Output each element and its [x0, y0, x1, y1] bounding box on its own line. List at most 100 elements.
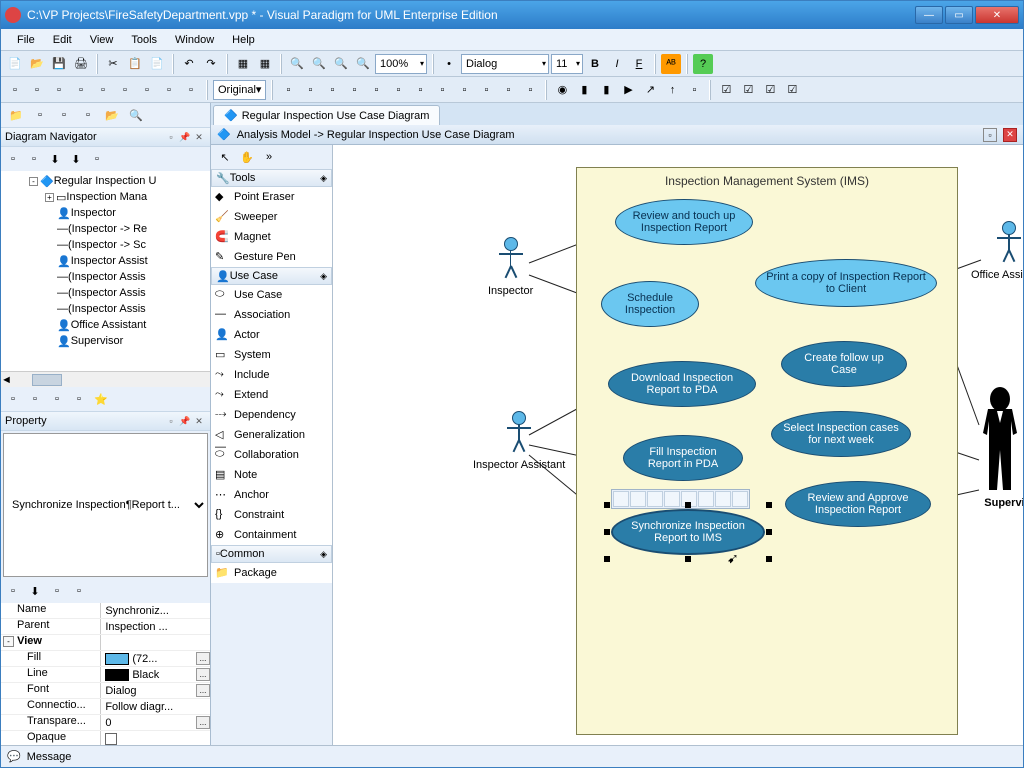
tb2-b6[interactable]: ▫ [388, 80, 408, 100]
bold-icon[interactable]: B [585, 54, 605, 74]
font-combo[interactable]: Dialog [461, 54, 549, 74]
tb2-btn6[interactable]: ▫ [115, 80, 135, 100]
prop-pin-icon[interactable]: 📌 [178, 414, 192, 428]
usecase-schedule[interactable]: Schedule Inspection [601, 281, 699, 327]
lt-folder-icon[interactable]: 📁 [5, 104, 27, 126]
tb2-btn2[interactable]: ▫ [27, 80, 47, 100]
tb2-btn8[interactable]: ▫ [159, 80, 179, 100]
tb2-b8[interactable]: ▫ [432, 80, 452, 100]
menu-file[interactable]: File [9, 32, 43, 48]
property-grid[interactable]: NameSynchroniz...ParentInspection ...- V… [1, 603, 210, 745]
tb2-c4[interactable]: ▶ [618, 80, 638, 100]
usecase-select[interactable]: Select Inspection cases for next week [771, 411, 911, 457]
nav-close-icon[interactable]: ✕ [192, 130, 206, 144]
actor-supervisor[interactable]: Supervisor [973, 385, 1023, 509]
palette-item[interactable]: 🧹Sweeper [211, 207, 332, 227]
prop-tb1[interactable]: ▫ [3, 389, 23, 409]
palette-item[interactable]: ⋯Anchor [211, 485, 332, 505]
tb2-b1[interactable]: ▫ [278, 80, 298, 100]
tb2-c1[interactable]: ◉ [552, 80, 572, 100]
tb2-b10[interactable]: ▫ [476, 80, 496, 100]
tb2-b5[interactable]: ▫ [366, 80, 386, 100]
pal-hand-icon[interactable]: ✋ [237, 147, 257, 167]
tb2-d4[interactable]: ☑ [782, 80, 802, 100]
original-dropdown[interactable]: Original ▾ [213, 80, 266, 100]
palette-item[interactable]: {}Constraint [211, 505, 332, 525]
palette-item[interactable]: ▤Note [211, 465, 332, 485]
size-combo[interactable]: 11 [551, 54, 583, 74]
palette-item[interactable]: ◆Point Eraser [211, 187, 332, 207]
bc-close-icon[interactable]: ✕ [1003, 128, 1017, 142]
tree-item[interactable]: —(Inspector Assis [1, 285, 210, 301]
prop-tb4[interactable]: ▫ [69, 389, 89, 409]
prop-bt4[interactable]: ▫ [69, 581, 89, 601]
highlight-icon[interactable]: ᴬᴮ [661, 54, 681, 74]
prop-bt3[interactable]: ▫ [47, 581, 67, 601]
menu-window[interactable]: Window [167, 32, 222, 48]
prop-bt1[interactable]: ▫ [3, 581, 23, 601]
tb2-b2[interactable]: ▫ [300, 80, 320, 100]
tree-item[interactable]: —(Inspector Assis [1, 269, 210, 285]
tree-item[interactable]: 👤Office Assistant [1, 317, 210, 333]
tb2-b7[interactable]: ▫ [410, 80, 430, 100]
tree-item[interactable]: -🔷Regular Inspection U [1, 173, 210, 189]
actor-inspector[interactable]: Inspector [488, 237, 533, 297]
zoom100-icon[interactable]: 🔍 [353, 54, 373, 74]
palette-item[interactable]: ⊕Containment [211, 525, 332, 545]
tree-item[interactable]: +▭Inspection Mana [1, 189, 210, 205]
cut-icon[interactable]: ✂ [103, 54, 123, 74]
bullet-icon[interactable]: • [439, 54, 459, 74]
pal-section-tools[interactable]: 🔧Tools◈ [211, 169, 332, 187]
italic-icon[interactable]: I [607, 54, 627, 74]
zoom-combo[interactable]: 100% [375, 54, 427, 74]
tb2-btn9[interactable]: ▫ [181, 80, 201, 100]
tb2-d3[interactable]: ☑ [760, 80, 780, 100]
copy-icon[interactable]: 📋 [125, 54, 145, 74]
tb2-btn1[interactable]: ▫ [5, 80, 25, 100]
prop-restore-icon[interactable]: ▫ [164, 414, 178, 428]
palette-item[interactable]: ◁—Generalization [211, 425, 332, 445]
tb2-c7[interactable]: ▫ [684, 80, 704, 100]
lt-b2[interactable]: ▫ [29, 104, 51, 126]
usecase-approve[interactable]: Review and Approve Inspection Report [785, 481, 931, 527]
paste-icon[interactable]: 📄 [147, 54, 167, 74]
tree-item[interactable]: 👤Supervisor [1, 333, 210, 349]
pal-section-usecase[interactable]: 👤Use Case◈ [211, 267, 332, 285]
tree-item[interactable]: —(Inspector Assis [1, 301, 210, 317]
minimize-button[interactable]: — [915, 6, 943, 24]
nav-b4[interactable]: ⬇ [66, 149, 86, 169]
actor-assistant[interactable]: Inspector Assistant [473, 411, 565, 471]
zoomfit-icon[interactable]: 🔍 [331, 54, 351, 74]
palette-item[interactable]: ⤳Extend [211, 385, 332, 405]
nav-b2[interactable]: ▫ [24, 149, 44, 169]
zoomin-icon[interactable]: 🔍 [287, 54, 307, 74]
tb2-btn4[interactable]: ▫ [71, 80, 91, 100]
grid2-icon[interactable]: ▦ [255, 54, 275, 74]
usecase-create[interactable]: Create follow up Case [781, 341, 907, 387]
print-icon[interactable]: 🖨 [71, 54, 91, 74]
tree-item[interactable]: 👤Inspector Assist [1, 253, 210, 269]
usecase-fill[interactable]: Fill Inspection Report in PDA [623, 435, 743, 481]
menu-edit[interactable]: Edit [45, 32, 80, 48]
prop-close-icon[interactable]: ✕ [192, 414, 206, 428]
tb2-c6[interactable]: ↑ [662, 80, 682, 100]
bc-restore-icon[interactable]: ▫ [983, 128, 997, 142]
tb2-c2[interactable]: ▮ [574, 80, 594, 100]
close-button[interactable]: ✕ [975, 6, 1019, 24]
palette-item[interactable]: —Association [211, 305, 332, 325]
palette-item[interactable]: 📁Package [211, 563, 332, 583]
nav-restore-icon[interactable]: ▫ [164, 130, 178, 144]
menu-view[interactable]: View [82, 32, 122, 48]
tb2-b12[interactable]: ▫ [520, 80, 540, 100]
usecase-print[interactable]: Print a copy of Inspection Report to Cli… [755, 259, 937, 307]
tb2-d2[interactable]: ☑ [738, 80, 758, 100]
palette-item[interactable]: ✎Gesture Pen [211, 247, 332, 267]
help-icon[interactable]: ? [693, 54, 713, 74]
tb2-b9[interactable]: ▫ [454, 80, 474, 100]
grid-icon[interactable]: ▦ [233, 54, 253, 74]
nav-b5[interactable]: ▫ [87, 149, 107, 169]
lt-b4[interactable]: ▫ [77, 104, 99, 126]
tree-item[interactable]: 👤Inspector [1, 205, 210, 221]
tree-item[interactable]: —(Inspector -> Re [1, 221, 210, 237]
font-icon[interactable]: F [629, 54, 649, 74]
